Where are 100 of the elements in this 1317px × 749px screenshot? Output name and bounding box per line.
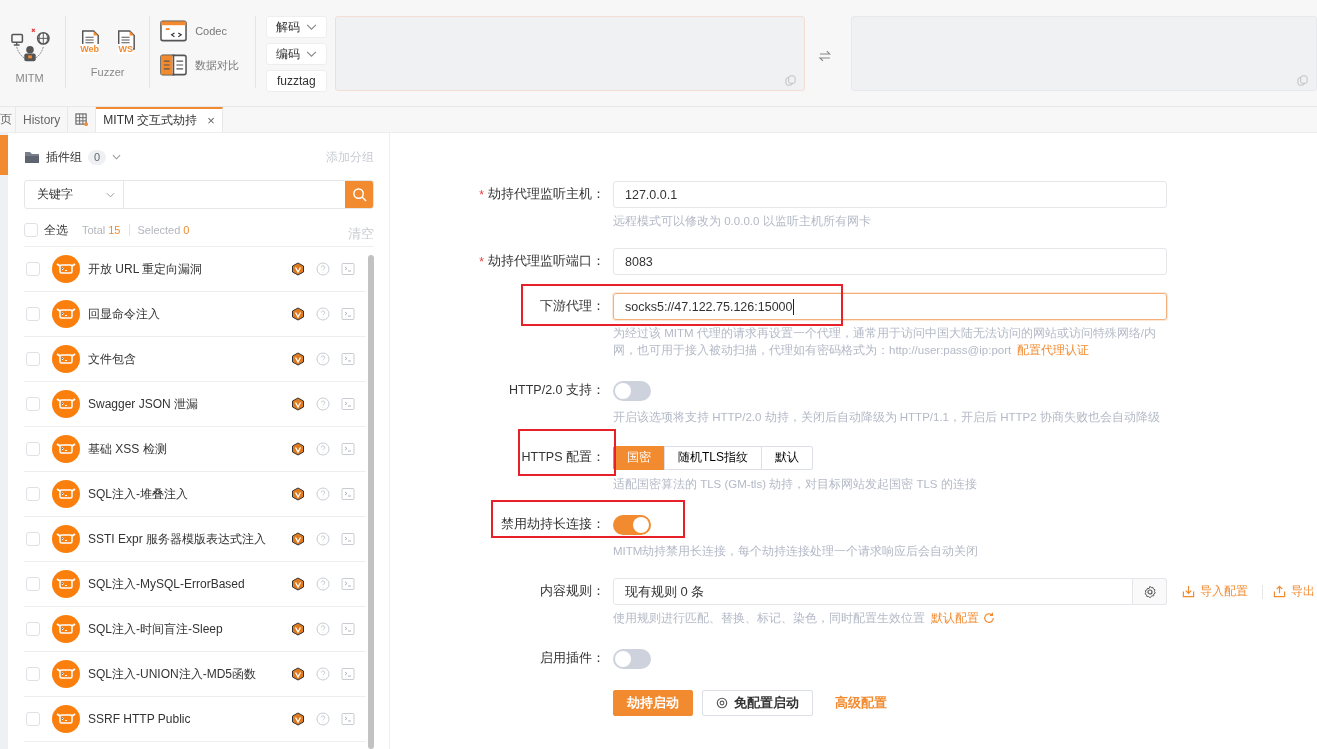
plugin-avatar-icon bbox=[52, 345, 80, 373]
checkbox[interactable] bbox=[26, 352, 40, 366]
close-icon[interactable]: × bbox=[207, 113, 215, 128]
terminal-icon[interactable] bbox=[341, 397, 355, 411]
upload-icon[interactable] bbox=[1273, 585, 1286, 598]
browser-icon[interactable] bbox=[716, 697, 728, 709]
terminal-icon[interactable] bbox=[341, 712, 355, 726]
plugin-name[interactable]: SQL注入-堆叠注入 bbox=[88, 485, 291, 503]
field-label: 禁用劫持长连接： bbox=[501, 516, 605, 533]
plugin-name[interactable]: SQL注入-MySQL-ErrorBased bbox=[88, 575, 291, 593]
plugin-name[interactable]: 开放 URL 重定向漏洞 bbox=[88, 260, 291, 278]
plugin-name[interactable]: SQL注入-UNION注入-MD5函数 bbox=[88, 665, 291, 683]
start-button[interactable]: 免配置启动 bbox=[702, 690, 813, 716]
help-icon[interactable] bbox=[316, 442, 330, 456]
caret-icon[interactable] bbox=[305, 50, 317, 58]
plugin-name[interactable]: 回显命令注入 bbox=[88, 305, 291, 323]
terminal-icon[interactable] bbox=[341, 577, 355, 591]
tab[interactable]: MITM 交互式劫持 × bbox=[96, 107, 223, 132]
plugin-avatar-icon bbox=[52, 390, 80, 418]
copy-icon[interactable] bbox=[1297, 75, 1308, 86]
mitm-icon[interactable] bbox=[8, 26, 51, 64]
help-icon[interactable] bbox=[316, 577, 330, 591]
checkbox[interactable] bbox=[26, 487, 40, 501]
side-tab[interactable] bbox=[0, 135, 8, 175]
help-icon[interactable] bbox=[316, 487, 330, 501]
help-icon[interactable] bbox=[316, 352, 330, 366]
checkbox[interactable] bbox=[26, 577, 40, 591]
terminal-icon[interactable] bbox=[341, 442, 355, 456]
terminal-icon[interactable] bbox=[341, 487, 355, 501]
plugin-name[interactable]: Swagger JSON 泄漏 bbox=[88, 395, 291, 413]
shield-icon bbox=[291, 307, 305, 321]
checkbox[interactable] bbox=[26, 532, 40, 546]
plugin-name[interactable]: 基础 XSS 检测 bbox=[88, 440, 291, 458]
shield-icon bbox=[291, 397, 305, 411]
help-icon[interactable] bbox=[316, 262, 330, 276]
plugin-avatar-icon bbox=[52, 435, 80, 463]
checkbox[interactable] bbox=[26, 667, 40, 681]
code-window-icon[interactable] bbox=[160, 20, 188, 42]
tab[interactable]: History bbox=[16, 107, 69, 132]
plugin-name[interactable]: 文件包含 bbox=[88, 350, 291, 368]
plugin-avatar-icon bbox=[52, 300, 80, 328]
help-icon[interactable] bbox=[316, 712, 330, 726]
input-field[interactable]: 127.0.0.1 bbox=[613, 181, 1167, 208]
settings-button[interactable] bbox=[1133, 578, 1167, 605]
toggle-switch[interactable] bbox=[613, 514, 651, 535]
input-field[interactable]: socks5://47.122.75.126:15000 bbox=[613, 293, 1167, 320]
tool-label[interactable]: Codec bbox=[195, 25, 227, 37]
shield-icon bbox=[291, 622, 305, 636]
checkbox[interactable] bbox=[26, 622, 40, 636]
output-text-area[interactable] bbox=[851, 16, 1317, 91]
input-field[interactable]: 8083 bbox=[613, 248, 1167, 275]
tab[interactable]: 页 bbox=[0, 107, 16, 132]
terminal-icon[interactable] bbox=[341, 352, 355, 366]
codec-button[interactable]: fuzztag bbox=[265, 70, 327, 92]
segment-option[interactable]: 默认 bbox=[761, 445, 813, 470]
terminal-icon[interactable] bbox=[341, 307, 355, 321]
swap-icon[interactable] bbox=[817, 49, 832, 63]
codec-button[interactable]: 解码 bbox=[265, 16, 327, 38]
input-text-area[interactable] bbox=[334, 16, 805, 91]
checkbox[interactable] bbox=[26, 262, 40, 276]
plugin-avatar-icon bbox=[52, 705, 80, 733]
help-icon[interactable] bbox=[316, 307, 330, 321]
caret-icon[interactable] bbox=[112, 154, 122, 160]
checkbox[interactable] bbox=[26, 712, 40, 726]
select-all-label[interactable]: 全选 bbox=[44, 221, 68, 239]
toggle-switch[interactable] bbox=[613, 380, 651, 401]
codec-button[interactable]: 编码 bbox=[265, 43, 327, 65]
help-icon[interactable] bbox=[316, 397, 330, 411]
terminal-icon[interactable] bbox=[341, 532, 355, 546]
help-icon[interactable] bbox=[316, 622, 330, 636]
mitm-label[interactable]: MITM bbox=[15, 72, 44, 84]
terminal-icon[interactable] bbox=[341, 667, 355, 681]
terminal-icon[interactable] bbox=[341, 622, 355, 636]
field-hint: MITM劫持禁用长连接，每个劫持连接处理一个请求响应后会自动关闭 bbox=[613, 545, 979, 557]
tool-label[interactable]: 数据对比 bbox=[195, 57, 240, 73]
checkbox[interactable] bbox=[24, 223, 38, 237]
settings-icon[interactable] bbox=[1142, 584, 1157, 599]
segment-option[interactable]: 随机TLS指纹 bbox=[664, 445, 762, 470]
plugin-group-label[interactable]: 插件组 bbox=[46, 148, 82, 166]
help-icon[interactable] bbox=[316, 667, 330, 681]
refresh-icon[interactable] bbox=[983, 612, 995, 624]
terminal-icon[interactable] bbox=[341, 262, 355, 276]
checkbox[interactable] bbox=[26, 397, 40, 411]
checkbox[interactable] bbox=[26, 307, 40, 321]
total-label: Total bbox=[82, 224, 106, 236]
caret-icon[interactable] bbox=[305, 23, 317, 31]
compare-icon[interactable] bbox=[160, 54, 188, 76]
field-hint: 为经过该 MITM 代理的请求再设置一个代理，通常用于访问中国大陆无法访问的网站或访问特殊网络/内网，也可用于接入被动扫描，代理如有密码格式为：http://user:pass@ip:port 配置代理认证 bbox=[613, 327, 1156, 356]
plugin-name[interactable]: SSTI Expr 服务器模版表达式注入 bbox=[88, 530, 291, 548]
download-icon[interactable] bbox=[1182, 585, 1195, 598]
shield-icon bbox=[291, 577, 305, 591]
field-label: 内容规则： bbox=[540, 583, 605, 600]
toggle-switch[interactable] bbox=[613, 648, 651, 669]
copy-icon[interactable] bbox=[784, 75, 796, 86]
help-icon[interactable] bbox=[316, 532, 330, 546]
rules-field[interactable]: 现有规则 0 条 bbox=[613, 578, 1133, 605]
checkbox[interactable] bbox=[26, 442, 40, 456]
plugin-name[interactable]: SSRF HTTP Public bbox=[88, 712, 291, 726]
plugin-name[interactable]: SQL注入-时间盲注-Sleep bbox=[88, 620, 291, 638]
field-hint: 适配国密算法的 TLS (GM-tls) 劫持，对目标网站发起国密 TLS 的连接 bbox=[613, 478, 977, 490]
